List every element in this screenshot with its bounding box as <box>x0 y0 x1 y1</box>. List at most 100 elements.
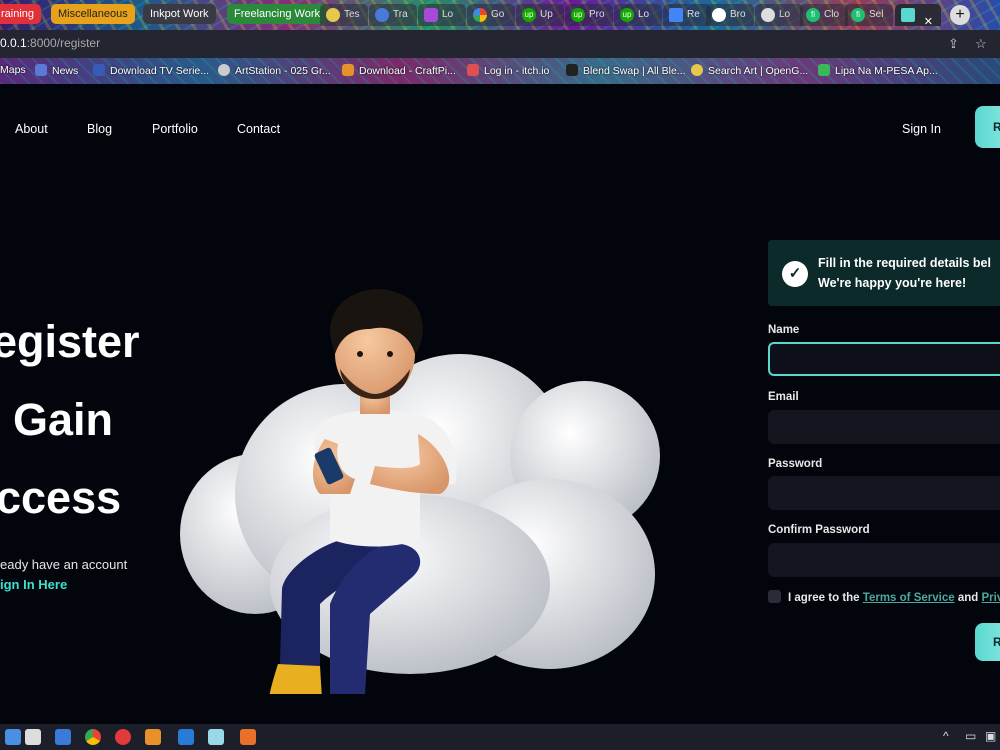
character-on-cloud-illustration <box>180 289 660 694</box>
hero-title-line3: ccess <box>0 472 122 523</box>
browser-tab[interactable]: fi Sel <box>845 4 893 26</box>
blendswap-icon <box>566 64 578 76</box>
nav-contact[interactable]: Contact <box>237 122 280 136</box>
bookmark-label: Lipa Na M-PESA Ap... <box>835 65 938 77</box>
widgets-icon[interactable] <box>25 729 41 745</box>
bookmark-label: Blend Swap | All Ble... <box>583 65 686 77</box>
bookmark-item[interactable]: Download - CraftPi... <box>342 64 456 77</box>
page-icon <box>424 8 438 22</box>
vscode-icon[interactable] <box>178 729 194 745</box>
mpesa-icon <box>818 64 830 76</box>
notepad-icon[interactable] <box>208 729 224 745</box>
tab-group-miscellaneous[interactable]: Miscellaneous <box>51 4 135 24</box>
bookmark-label: Download - CraftPi... <box>359 65 456 77</box>
email-label: Email <box>768 391 799 403</box>
xampp-icon[interactable] <box>240 729 256 745</box>
cloud-icon <box>326 8 340 22</box>
upwork-icon: up <box>620 8 634 22</box>
hero-title-line1: egister <box>0 316 140 367</box>
network-icon[interactable]: ▭ <box>965 729 976 743</box>
mail-icon[interactable] <box>55 729 71 745</box>
vlc-icon[interactable] <box>145 729 161 745</box>
tv-icon <box>93 64 105 76</box>
bookmark-item[interactable]: News <box>35 64 78 77</box>
browser-tab[interactable]: fi Clo <box>800 4 848 26</box>
name-label: Name <box>768 324 800 336</box>
tab-group-inkpot-work[interactable]: Inkpot Work <box>143 4 216 24</box>
email-input[interactable] <box>768 410 1000 444</box>
tab-group-freelancing-work[interactable]: Freelancing Work <box>227 4 327 24</box>
browser-tab[interactable]: Tes <box>320 4 368 26</box>
hero-title-line2: Gain <box>13 394 114 445</box>
browser-tab-strip: raining Miscellaneous Inkpot Work Freela… <box>0 0 1000 30</box>
tab-label: Pro <box>589 9 605 20</box>
github-icon <box>712 8 726 22</box>
terms-link[interactable]: Terms of Service <box>863 592 955 604</box>
page-icon <box>901 8 915 22</box>
browser-tab[interactable]: up Lo <box>614 4 662 26</box>
tab-label: Tra <box>393 9 408 20</box>
browser-tab[interactable]: up Pro <box>565 4 613 26</box>
privacy-link[interactable]: Priv <box>981 592 1000 604</box>
craftpix-icon <box>342 64 354 76</box>
fiverr-icon: fi <box>851 8 865 22</box>
bookmark-label: ArtStation - 025 Gr... <box>235 65 331 77</box>
browser-tab[interactable]: Re <box>663 4 711 26</box>
browser-tab[interactable]: Bro <box>706 4 754 26</box>
browser-tab[interactable]: Lo <box>418 4 466 26</box>
globe-icon <box>375 8 389 22</box>
opera-icon[interactable] <box>115 729 131 745</box>
bookmark-label: News <box>52 65 79 77</box>
tab-label: Lo <box>779 9 791 20</box>
news-icon <box>35 64 47 76</box>
itchio-icon <box>467 64 479 76</box>
agree-checkbox[interactable] <box>768 590 781 603</box>
address-bar[interactable]: 0.0.1:8000/register ⇪ ☆ <box>0 30 1000 58</box>
browser-tab[interactable]: Go <box>467 4 515 26</box>
name-input[interactable] <box>768 342 1000 376</box>
nav-blog[interactable]: Blog <box>87 122 112 136</box>
new-tab-button[interactable]: + <box>950 5 970 25</box>
fiverr-icon: fi <box>806 8 820 22</box>
bookmark-item[interactable]: Log in - itch.io <box>467 64 549 77</box>
active-browser-tab[interactable]: ✕ <box>895 4 941 26</box>
terms-agreement: I agree to the Terms of Service and Priv <box>768 590 1000 604</box>
bookmark-item[interactable]: Blend Swap | All Ble... <box>566 64 686 77</box>
bookmark-label: Download TV Serie... <box>110 65 210 77</box>
confirm-password-input[interactable] <box>768 543 1000 577</box>
tab-group-training[interactable]: raining <box>0 4 42 24</box>
bookmark-item[interactable]: Search Art | OpenG... <box>691 64 808 77</box>
nav-signin[interactable]: Sign In <box>902 122 941 136</box>
bookmark-label: Log in - itch.io <box>484 65 550 77</box>
chevron-up-icon[interactable]: ^ <box>943 729 949 743</box>
upwork-icon: up <box>522 8 536 22</box>
nav-portfolio[interactable]: Portfolio <box>152 122 198 136</box>
bookmark-label: Maps <box>0 64 26 76</box>
register-submit-button[interactable]: R <box>975 623 1000 661</box>
bookmark-item[interactable]: ArtStation - 025 Gr... <box>218 64 331 77</box>
close-icon[interactable]: ✕ <box>924 11 933 26</box>
tab-label: Clo <box>824 9 840 20</box>
password-input[interactable] <box>768 476 1000 510</box>
register-nav-button[interactable]: R <box>975 106 1000 148</box>
browser-tab[interactable]: up Up <box>516 4 564 26</box>
register-page: About Blog Portfolio Contact Sign In R e… <box>0 84 1000 724</box>
bookmark-item[interactable]: Download TV Serie... <box>93 64 209 77</box>
share-icon[interactable]: ⇪ <box>948 36 959 52</box>
nav-about[interactable]: About <box>15 122 48 136</box>
agree-text: I agree to the <box>788 592 860 604</box>
tab-label: Sel <box>869 9 884 20</box>
tab-label: Go <box>491 9 505 20</box>
browser-tab[interactable]: Lo <box>755 4 803 26</box>
notice-line2: We're happy you're here! <box>818 276 967 290</box>
start-icon[interactable] <box>5 729 21 745</box>
signin-here-link[interactable]: ign In Here <box>0 577 67 592</box>
bookmark-item[interactable]: Lipa Na M-PESA Ap... <box>818 64 938 77</box>
display-icon[interactable]: ▣ <box>985 729 996 743</box>
tab-label: Up <box>540 9 553 20</box>
bookmark-item[interactable]: Maps <box>0 64 26 76</box>
url-text[interactable]: 0.0.1:8000/register <box>0 36 100 50</box>
star-icon[interactable]: ☆ <box>975 36 987 52</box>
chrome-icon[interactable] <box>85 729 101 745</box>
browser-tab[interactable]: Tra <box>369 4 417 26</box>
